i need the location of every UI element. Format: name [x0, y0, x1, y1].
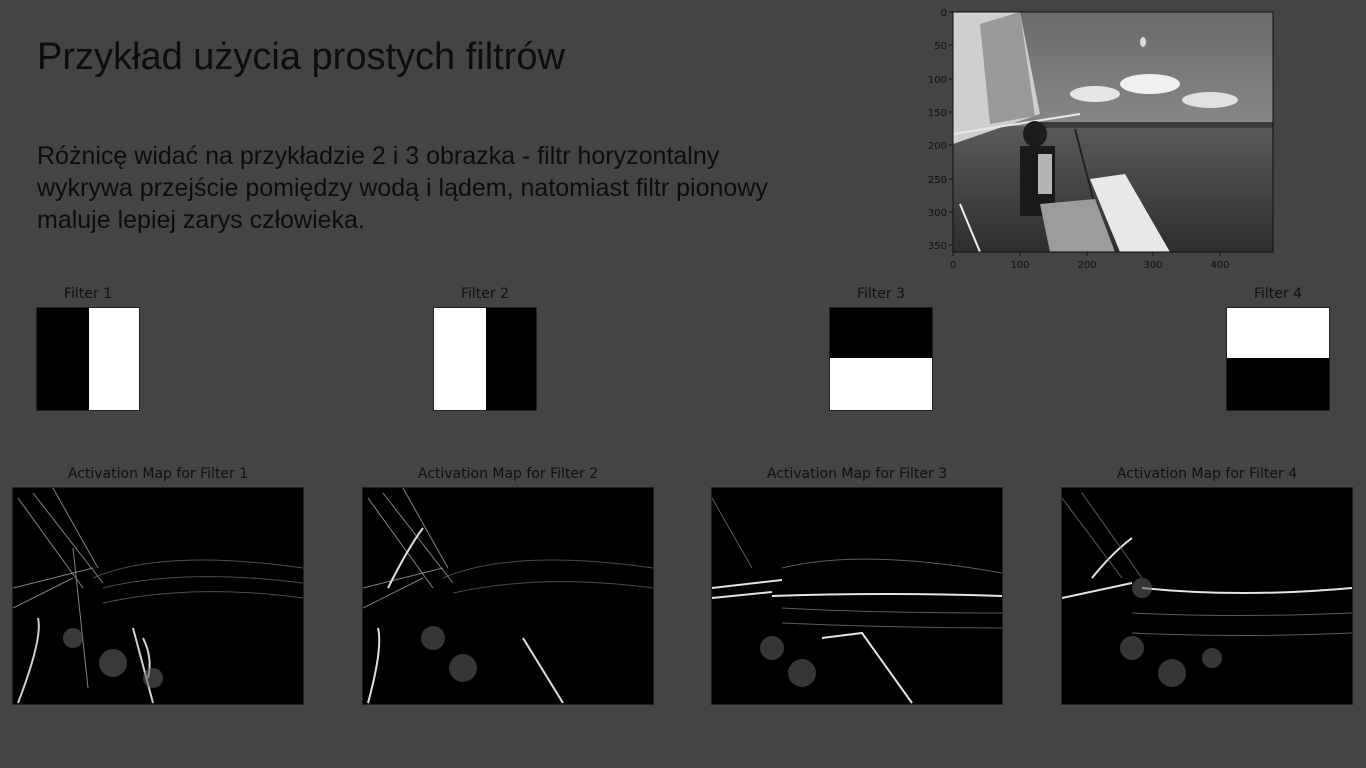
filter-3-top-half	[830, 308, 932, 358]
x-tick-400: 400	[1210, 260, 1229, 271]
x-tick-200: 200	[1077, 260, 1096, 271]
filter-2-left-half	[434, 308, 486, 410]
filter-1-title: Filter 1	[63, 286, 113, 302]
filter-4-kernel	[1226, 307, 1330, 411]
y-tick-50: 50	[934, 41, 947, 52]
filter-2-right-half	[486, 308, 536, 410]
filter-1-kernel	[36, 307, 140, 411]
activation-map-4-image	[1062, 492, 1352, 687]
filter-3-title: Filter 3	[856, 286, 906, 302]
filter-3-bottom-half	[830, 358, 932, 410]
filter-4-bottom-half	[1227, 358, 1329, 410]
activation-map-3	[711, 487, 1003, 705]
x-tick-100: 100	[1010, 260, 1029, 271]
activation-map-2-image	[363, 488, 653, 704]
y-tick-250: 250	[928, 175, 947, 186]
y-tick-300: 300	[928, 208, 947, 219]
activation-map-3-image	[712, 497, 1002, 704]
activation-map-2-title: Activation Map for Filter 2	[417, 466, 599, 482]
filter-4-title: Filter 4	[1253, 286, 1303, 302]
activation-map-4-title: Activation Map for Filter 4	[1116, 466, 1298, 482]
y-tick-150: 150	[928, 108, 947, 119]
activation-map-2	[362, 487, 654, 705]
y-tick-200: 200	[928, 141, 947, 152]
sailing-photo-figure: 0 100 200 300 400 0 50 100 150 200 250 3…	[920, 4, 1280, 274]
slide-title: Przykład użycia prostych filtrów	[37, 36, 565, 78]
sailing-photo-plot: 0 100 200 300 400 0 50 100 150 200 250 3…	[928, 8, 1274, 271]
x-tick-0: 0	[950, 260, 956, 271]
photo-y-axis: 0 50 100 150 200 250 300 350	[928, 8, 953, 252]
filter-4-top-half	[1227, 308, 1329, 358]
y-tick-100: 100	[928, 75, 947, 86]
filter-1-right-half	[89, 308, 139, 410]
activation-map-1-title: Activation Map for Filter 1	[67, 466, 249, 482]
activation-map-4	[1061, 487, 1353, 705]
filter-1-left-half	[37, 308, 89, 410]
slide-description: Różnicę widać na przykładzie 2 i 3 obraz…	[37, 142, 768, 234]
photo-image	[952, 12, 1273, 253]
activation-map-3-title: Activation Map for Filter 3	[766, 466, 948, 482]
activation-map-1-image	[13, 488, 303, 704]
filter-2-title: Filter 2	[460, 286, 510, 302]
photo-x-axis: 0 100 200 300 400	[950, 252, 1230, 271]
y-tick-350: 350	[928, 241, 947, 252]
x-tick-300: 300	[1143, 260, 1162, 271]
y-tick-0: 0	[941, 8, 947, 19]
filter-3-kernel	[829, 307, 933, 411]
filter-2-kernel	[433, 307, 537, 411]
activation-map-1	[12, 487, 304, 705]
